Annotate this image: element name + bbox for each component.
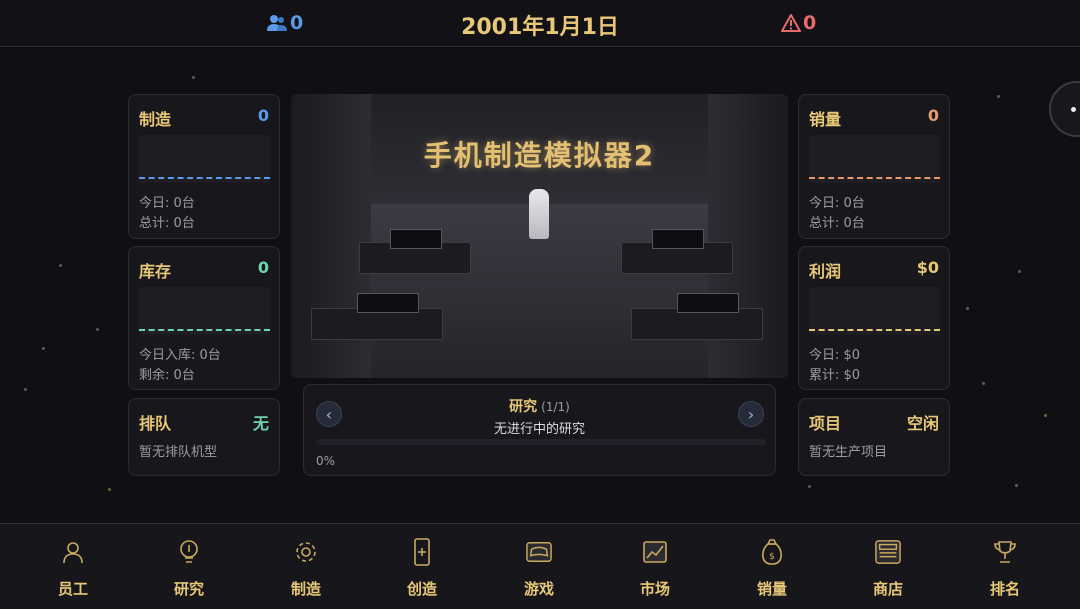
staff-icon — [267, 15, 287, 31]
sales-chart — [809, 135, 940, 183]
profit-value: $0 — [916, 258, 939, 277]
sales-title: 销量 — [809, 110, 842, 129]
bottom-nav: 员工 研究 制造 创造 游戏 市场 $ 销量 商店 排名 — [0, 523, 1080, 609]
nav-market-label: 市场 — [639, 580, 670, 598]
research-status: 无进行中的研究 — [493, 422, 585, 437]
nav-sales[interactable]: $ 销量 — [714, 524, 830, 609]
nav-manufacture-label: 制造 — [290, 580, 321, 598]
manufacture-chart — [139, 135, 270, 183]
hero-desk — [621, 229, 733, 274]
nav-game-label: 游戏 — [523, 580, 554, 598]
manufacture-total: 总计: 0台 — [139, 216, 195, 231]
profit-cumulative: 累计: $0 — [809, 368, 861, 383]
more-dot-icon — [1071, 107, 1076, 112]
warning-icon — [781, 14, 801, 32]
gear-icon — [293, 539, 319, 565]
nav-store[interactable]: 商店 — [830, 524, 946, 609]
hero-desk — [359, 229, 471, 274]
project-status: 暂无生产项目 — [809, 445, 888, 460]
nav-employee[interactable]: 员工 — [15, 524, 131, 609]
profit-today: 今日: $0 — [809, 348, 861, 363]
inventory-remaining: 剩余: 0台 — [139, 368, 195, 383]
research-count: (1/1) — [541, 400, 570, 414]
queue-value: 无 — [252, 414, 269, 433]
research-panel: ‹ 研究 (1/1) 无进行中的研究 › 0% — [303, 384, 776, 476]
queue-status: 暂无排队机型 — [139, 445, 218, 460]
inventory-chart — [139, 287, 270, 335]
nav-ranking-label: 排名 — [989, 580, 1020, 598]
nav-research-label: 研究 — [173, 580, 204, 598]
phone-icon — [409, 538, 435, 566]
profit-chart — [809, 287, 940, 335]
nav-game[interactable]: 游戏 — [481, 524, 597, 609]
money-bag-icon: $ — [759, 539, 785, 565]
alert-counter[interactable]: 0 — [781, 12, 816, 34]
nav-ranking[interactable]: 排名 — [947, 524, 1063, 609]
employee-icon — [60, 539, 86, 565]
nav-create-label: 创造 — [406, 580, 437, 598]
queue-title: 排队 — [139, 414, 172, 433]
game-title: 手机制造模拟器2 — [423, 139, 656, 172]
project-value: 空闲 — [906, 414, 939, 433]
research-progress-label: 0% — [316, 454, 336, 468]
inventory-today: 今日入库: 0台 — [139, 348, 221, 363]
nav-market[interactable]: 市场 — [597, 524, 713, 609]
queue-card[interactable]: 排队 无 暂无排队机型 — [128, 398, 280, 476]
inventory-card[interactable]: 库存 0 今日入库: 0台 剩余: 0台 — [128, 246, 280, 390]
research-progress-bar — [316, 439, 766, 445]
inventory-value: 0 — [257, 258, 269, 277]
gamepad-icon — [526, 539, 552, 565]
top-bar: 0 2001年1月1日 0 — [0, 0, 1080, 47]
hero-desk — [311, 293, 443, 340]
profit-title: 利润 — [809, 262, 842, 281]
lightbulb-icon — [176, 539, 202, 565]
nav-manufacture[interactable]: 制造 — [248, 524, 364, 609]
manufacture-title: 制造 — [139, 110, 172, 129]
sales-total: 总计: 0台 — [809, 216, 865, 231]
manufacture-value: 0 — [257, 106, 269, 125]
manufacture-today: 今日: 0台 — [139, 196, 195, 211]
project-title: 项目 — [809, 414, 842, 433]
chart-icon — [642, 539, 668, 565]
manufacture-card[interactable]: 制造 0 今日: 0台 总计: 0台 — [128, 94, 280, 239]
staff-count: 0 — [290, 12, 304, 34]
hero-worker-figure — [529, 189, 549, 239]
sales-value: 0 — [927, 106, 939, 125]
alert-count: 0 — [803, 12, 817, 34]
research-title: 研究 — [509, 399, 538, 415]
nav-employee-label: 员工 — [57, 580, 88, 598]
project-card[interactable]: 项目 空闲 暂无生产项目 — [798, 398, 950, 476]
svg-text:$: $ — [769, 552, 775, 562]
nav-research[interactable]: 研究 — [131, 524, 247, 609]
research-next-button[interactable]: › — [738, 401, 764, 427]
sales-card[interactable]: 销量 0 今日: 0台 总计: 0台 — [798, 94, 950, 239]
profit-card[interactable]: 利润 $0 今日: $0 累计: $0 — [798, 246, 950, 390]
store-icon — [875, 539, 901, 565]
inventory-title: 库存 — [139, 262, 172, 281]
nav-store-label: 商店 — [872, 580, 903, 598]
trophy-icon — [992, 539, 1018, 565]
research-heading: 研究 (1/1) — [304, 396, 775, 416]
game-date: 2001年1月1日 — [461, 15, 619, 40]
sales-today: 今日: 0台 — [809, 196, 865, 211]
more-menu-button[interactable] — [1049, 81, 1080, 137]
staff-counter[interactable]: 0 — [266, 12, 303, 34]
hero-desk — [631, 293, 763, 340]
factory-hero-image: 手机制造模拟器2 — [291, 94, 788, 378]
nav-sales-label: 销量 — [756, 580, 787, 598]
nav-create[interactable]: 创造 — [364, 524, 480, 609]
